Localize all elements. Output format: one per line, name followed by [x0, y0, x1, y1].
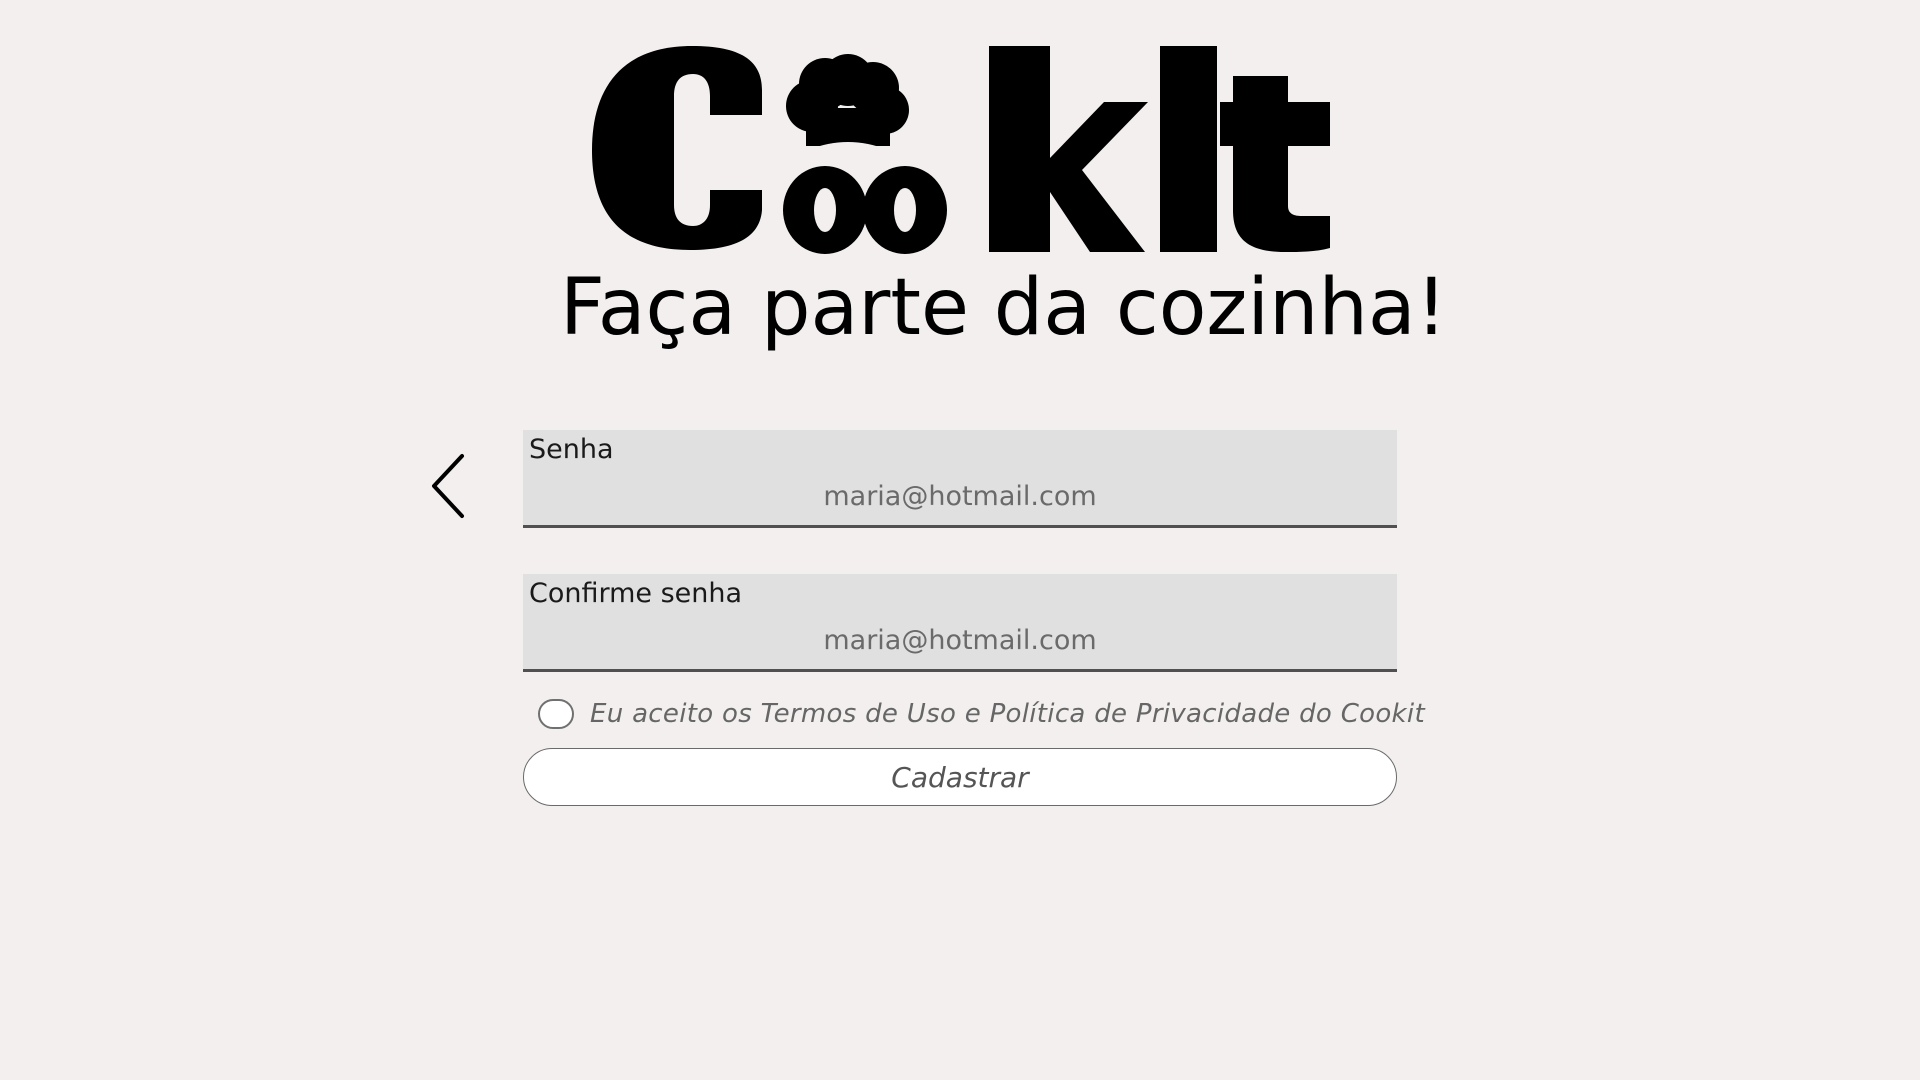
- password-field-label: Senha: [529, 434, 614, 465]
- cookit-logo-graphic: [592, 46, 1330, 254]
- register-button[interactable]: Cadastrar: [523, 748, 1397, 806]
- tagline: Faça parte da cozinha!: [560, 263, 1447, 353]
- confirm-password-field-label: Confirme senha: [529, 578, 743, 609]
- chevron-left-icon: [432, 454, 464, 518]
- terms-row: Eu aceito os Termos de Uso e Política de…: [538, 694, 1425, 734]
- cookit-logo: [580, 40, 1340, 260]
- chef-hat-icon: [786, 54, 909, 156]
- password-field: Senha: [523, 430, 1397, 528]
- confirm-password-field: Confirme senha: [523, 574, 1397, 672]
- confirm-password-input[interactable]: [523, 620, 1397, 660]
- back-button[interactable]: [420, 446, 480, 526]
- terms-text: Eu aceito os Termos de Uso e Política de…: [590, 699, 1425, 729]
- terms-checkbox[interactable]: [538, 699, 574, 729]
- password-input[interactable]: [523, 476, 1397, 516]
